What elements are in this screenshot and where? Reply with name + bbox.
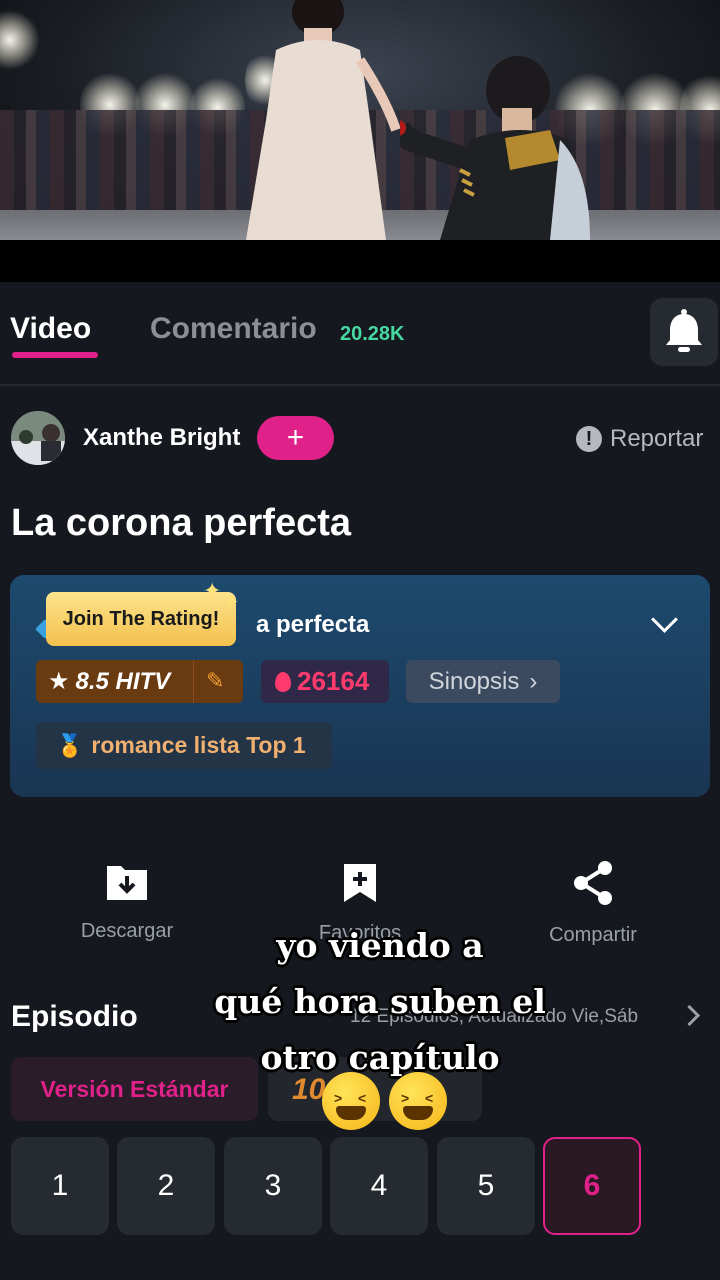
star-icon: ★ (48, 668, 70, 695)
rating-badge[interactable]: ★ 8.5 HITV ✎ (36, 660, 243, 703)
prince-figure (400, 56, 590, 240)
rating-value: 8.5 HITV (75, 667, 171, 695)
video-frame (0, 0, 720, 240)
video-player[interactable] (0, 0, 720, 282)
episode-button-selected[interactable]: 6 (543, 1137, 641, 1235)
pencil-icon[interactable]: ✎ (206, 668, 224, 694)
comments-count: 20.28K (340, 323, 405, 345)
download-folder-icon (107, 866, 147, 900)
synopsis-button[interactable]: Sinopsis › (406, 660, 560, 703)
report-label: Reportar (610, 425, 704, 452)
sparkle-icon: ✦ (224, 592, 240, 612)
avatar[interactable] (11, 411, 65, 465)
follow-button[interactable]: + (257, 416, 334, 460)
report-button[interactable]: ! Reportar (576, 425, 703, 453)
episode-button[interactable]: 4 (330, 1137, 428, 1235)
heat-badge: 26164 (261, 660, 389, 703)
caption-line: otro capítulo (260, 1038, 500, 1077)
caption-line: yo viendo a (276, 926, 484, 965)
tab-comments[interactable]: Comentario (150, 312, 317, 346)
chevron-right-icon: › (529, 667, 538, 695)
share-icon (574, 861, 612, 905)
avatar-image (11, 411, 65, 465)
episode-button[interactable]: 1 (11, 1137, 109, 1235)
rank-label: romance lista Top 1 (91, 732, 306, 758)
tab-active-indicator (12, 352, 98, 358)
episode-button[interactable]: 5 (437, 1137, 535, 1235)
heat-value: 26164 (297, 666, 370, 696)
bride-figure (246, 0, 401, 240)
tired-face-emoji-icon: > < (322, 1072, 380, 1130)
tab-video[interactable]: Video (10, 312, 91, 346)
card-title: a perfecta (256, 611, 370, 638)
sparkle-icon: ✦ (203, 578, 222, 603)
drama-title: La corona perfecta (11, 502, 351, 544)
episodes-title: Episodio (11, 1000, 138, 1033)
tired-face-emoji-icon: > < (389, 1072, 447, 1130)
episode-button[interactable]: 3 (224, 1137, 322, 1235)
chevron-right-icon[interactable] (678, 1004, 701, 1027)
episode-button[interactable]: 2 (117, 1137, 215, 1235)
alert-icon: ! (576, 426, 602, 452)
video-caption-overlay: yo viendo a qué hora suben el otro capít… (140, 918, 620, 1086)
flame-icon (275, 671, 291, 692)
tooltip-label: Join The Rating! (62, 607, 220, 630)
bookmark-plus-icon (344, 864, 376, 902)
author-name[interactable]: Xanthe Bright (83, 424, 240, 452)
medal-icon: 🏅 (56, 732, 84, 758)
synopsis-label: Sinopsis (428, 667, 520, 695)
bell-icon (666, 309, 702, 352)
notification-button[interactable] (650, 298, 718, 366)
rank-badge[interactable]: 🏅 romance lista Top 1 (36, 722, 332, 769)
caption-line: qué hora suben el (214, 982, 546, 1021)
